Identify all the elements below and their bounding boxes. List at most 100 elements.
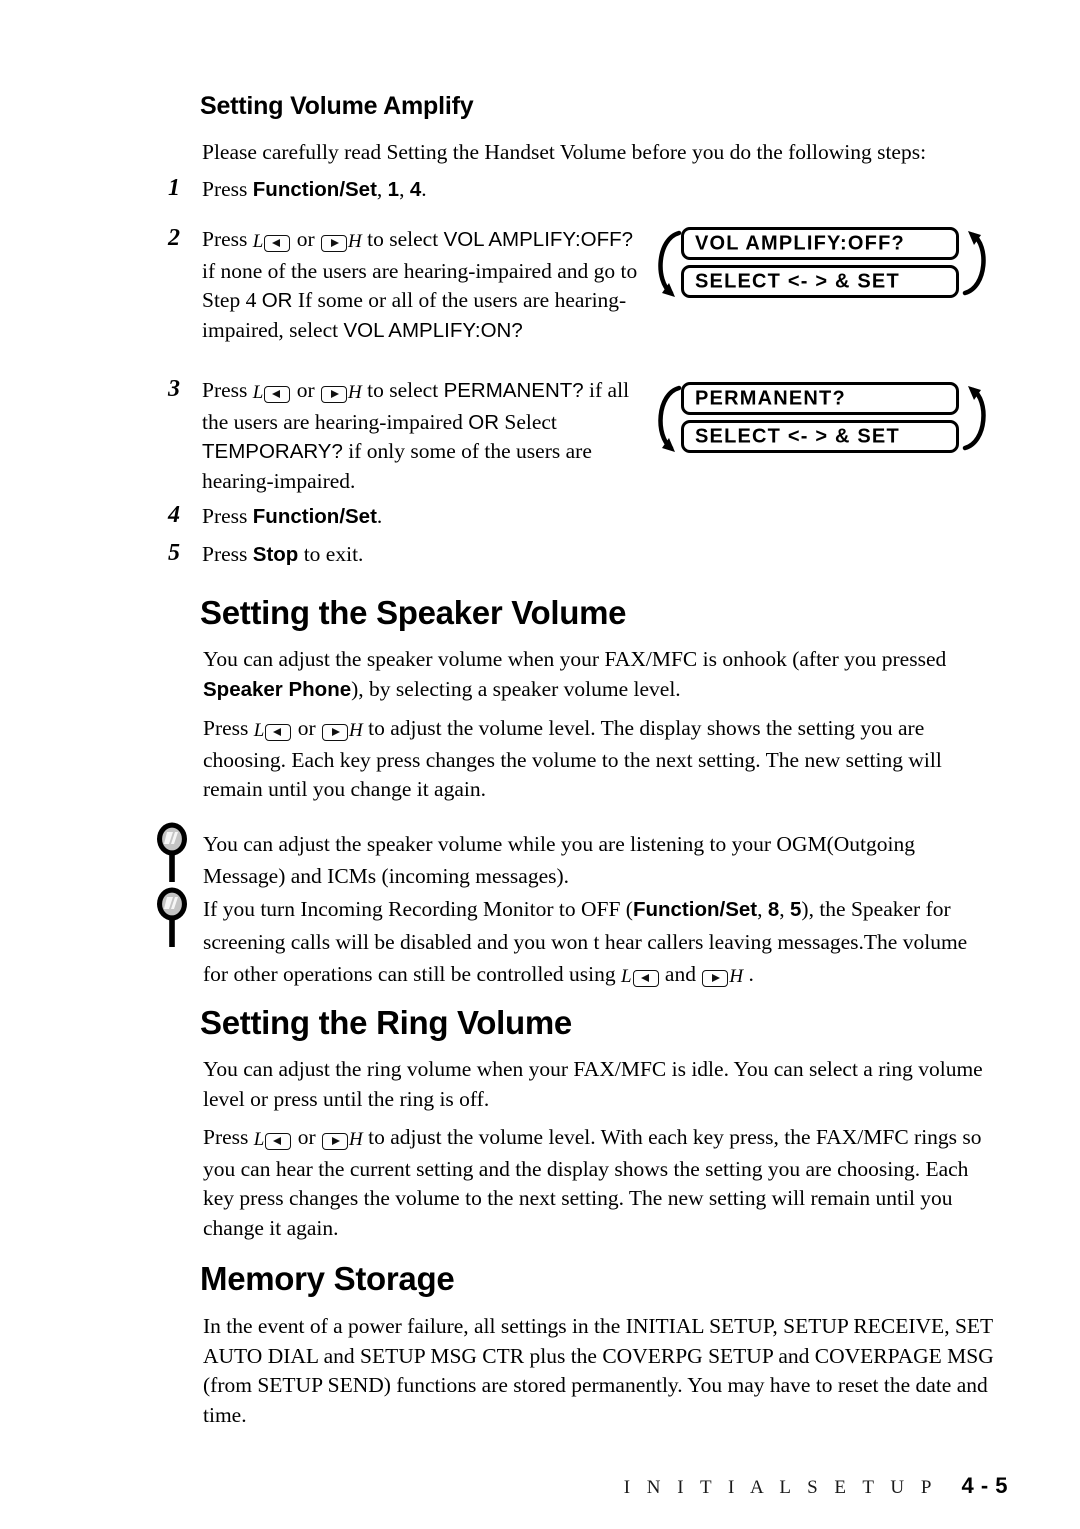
speaker-volume-paragraph-1: You can adjust the speaker volume when y… — [203, 645, 998, 704]
key-right-glyph: H — [320, 227, 362, 257]
step-4-press: Press — [202, 504, 253, 528]
speaker-volume-paragraph-2: Press L or H to adjust the volume level.… — [203, 714, 998, 805]
magnifier-icon — [157, 887, 187, 947]
step-2-press: Press — [202, 227, 253, 251]
page-footer: I N I T I A L S E T U P 4 - 5 — [0, 1473, 1080, 1499]
step-2-or-word: OR — [261, 289, 293, 312]
step-1-text: Press Function/Set, 1, 4. — [202, 175, 632, 205]
ring-volume-paragraph-2: Press L or H to adjust the volume level.… — [203, 1123, 998, 1243]
left-arrow-icon — [264, 385, 291, 403]
speaker-volume-p1-b: ), by selecting a speaker volume level. — [351, 676, 681, 701]
key-left-glyph: L — [253, 227, 292, 257]
lcd-line-2: SELECT <- > & SET — [681, 420, 959, 453]
step-number-5: 5 — [168, 540, 180, 566]
lcd-cycle-arrow-left-icon — [658, 385, 682, 452]
step-number-1: 1 — [168, 175, 180, 201]
lcd-line-1: PERMANENT? — [681, 382, 959, 415]
ring-volume-paragraph-1: You can adjust the ring volume when your… — [203, 1057, 983, 1111]
key-left-glyph: L — [621, 960, 660, 993]
speaker-volume-p2-a: Press — [203, 716, 254, 740]
step-2-lcd-value-1: VOL AMPLIFY:OFF? — [443, 228, 634, 251]
step-2-mid: to select — [361, 227, 444, 251]
speaker-volume-p2-or: or — [292, 716, 322, 740]
step-1-period: . — [421, 177, 427, 201]
step-3-body2: Select — [499, 409, 557, 434]
step-1-press: Press — [202, 177, 253, 201]
step-1-sep2: , — [399, 177, 410, 201]
lcd-line-2-text: SELECT <- > & SET — [695, 270, 900, 292]
function-set-label: Function/Set — [632, 898, 758, 921]
heading-setting-volume-amplify: Setting Volume Amplify — [200, 92, 474, 120]
step-5-text: Press Stop to exit. — [202, 540, 632, 570]
key-right-glyph: H — [701, 960, 743, 993]
step-number-4: 4 — [168, 502, 180, 528]
heading-setting-the-ring-volume: Setting the Ring Volume — [200, 1004, 572, 1041]
step-2-text: Press L or H to select VOL AMPLIFY:OFF? … — [202, 225, 645, 345]
step-2-lcd-value-2: VOL AMPLIFY:ON? — [343, 318, 523, 342]
step-number-3: 3 — [168, 376, 180, 402]
key-left-glyph: L — [253, 378, 292, 408]
left-arrow-icon — [265, 723, 292, 741]
step-5-rest: to exit. — [298, 542, 364, 566]
step-2-or: or — [291, 227, 321, 251]
right-arrow-icon — [321, 385, 348, 403]
step-3-press: Press — [202, 378, 253, 402]
lcd-cycle-arrow-left-icon — [658, 230, 682, 297]
note-2-c: , — [779, 897, 791, 921]
heading-memory-storage: Memory Storage — [200, 1260, 455, 1297]
note-item-recording-monitor: If you turn Incoming Recording Monitor t… — [203, 893, 993, 993]
step-1-arg2: 4 — [409, 178, 422, 201]
speaker-volume-p1-a: You can adjust the speaker volume when y… — [203, 647, 947, 671]
step-5-press: Press — [202, 542, 253, 566]
left-arrow-icon — [265, 1132, 292, 1150]
footer-section-name: I N I T I A L S E T U P — [623, 1477, 938, 1498]
memory-storage-paragraph: In the event of a power failure, all set… — [203, 1314, 994, 1427]
note-item-ogm: You can adjust the speaker volume while … — [203, 832, 915, 888]
lcd-line-2-text: SELECT <- > & SET — [695, 425, 900, 447]
document-page: Setting Volume Amplify Please carefully … — [0, 0, 1080, 1529]
lcd-line-1-text: PERMANENT? — [695, 387, 846, 409]
key-right-glyph: H — [321, 1125, 363, 1155]
note-2-arg2: 5 — [790, 898, 802, 921]
ring-volume-p2-or: or — [292, 1125, 322, 1149]
lcd-line-1-text: VOL AMPLIFY:OFF? — [695, 232, 905, 254]
lcd-display-vol-amplify-off: VOL AMPLIFY:OFF? SELECT <- > & SET — [655, 225, 986, 311]
left-arrow-icon — [632, 969, 659, 987]
lcd-display-permanent: PERMANENT? SELECT <- > & SET — [655, 380, 986, 466]
magnifier-icon — [157, 822, 187, 882]
lcd-cycle-arrow-right-icon — [962, 231, 986, 296]
step-4-period: . — [376, 504, 383, 528]
key-right-glyph: H — [320, 378, 362, 408]
right-arrow-icon — [322, 723, 349, 741]
lcd-cycle-arrow-right-icon — [962, 386, 986, 451]
lcd-line-1: VOL AMPLIFY:OFF? — [681, 227, 959, 260]
right-arrow-icon — [321, 234, 348, 252]
lcd-line-2: SELECT <- > & SET — [681, 265, 959, 298]
key-right-glyph: H — [321, 716, 363, 746]
note-2-b: , — [757, 897, 768, 921]
volume-amplify-intro: Please carefully read Setting the Handse… — [202, 140, 927, 164]
step-3-or: or — [291, 378, 321, 402]
function-set-label: Function/Set — [252, 178, 377, 201]
left-arrow-icon — [264, 234, 291, 252]
stop-label: Stop — [252, 543, 299, 566]
step-3-lcd-value-1: PERMANENT? — [443, 379, 584, 402]
right-arrow-icon — [702, 969, 729, 987]
speaker-phone-label: Speaker Phone — [203, 677, 352, 701]
step-3-or-word: OR — [468, 410, 499, 434]
heading-setting-the-speaker-volume: Setting the Speaker Volume — [200, 594, 627, 631]
note-2-e: and — [659, 962, 702, 986]
key-left-glyph: L — [254, 716, 293, 746]
note-2-arg1: 8 — [767, 898, 780, 921]
function-set-label: Function/Set — [252, 505, 377, 528]
key-left-glyph: L — [254, 1125, 293, 1155]
step-3-lcd-value-2: TEMPORARY? — [202, 440, 343, 463]
step-1-arg1: 1 — [387, 178, 400, 201]
step-4-text: Press Function/Set. — [202, 502, 632, 532]
step-number-2: 2 — [168, 225, 180, 251]
note-2-a: If you turn Incoming Recording Monitor t… — [203, 897, 633, 921]
ring-volume-p2-a: Press — [203, 1125, 254, 1149]
step-1-sep1: , — [376, 177, 388, 201]
right-arrow-icon — [322, 1132, 349, 1150]
step-3-mid: to select — [361, 378, 444, 402]
